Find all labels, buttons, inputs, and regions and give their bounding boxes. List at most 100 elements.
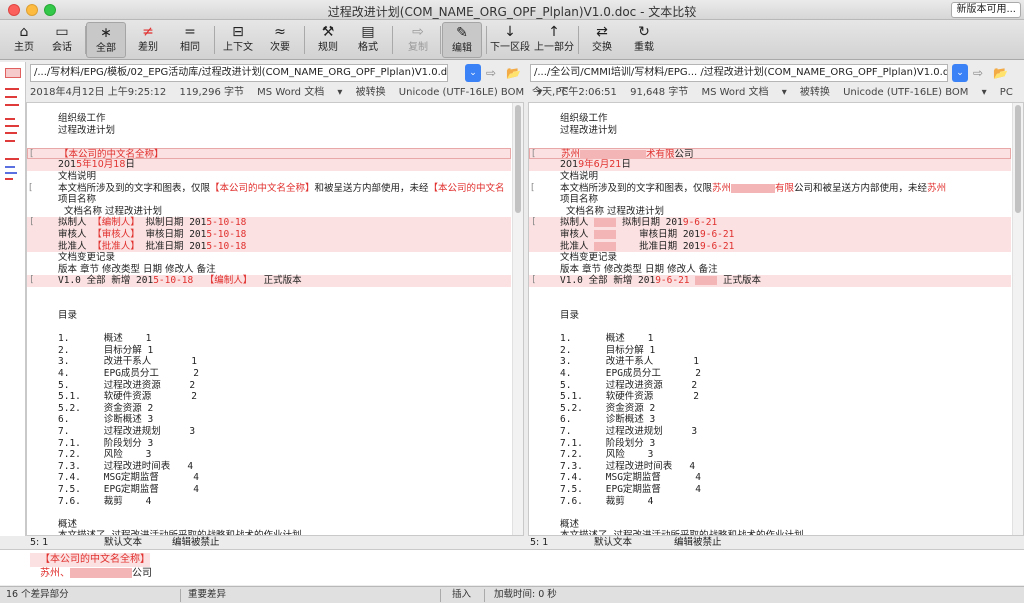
text-line[interactable]: 项目名称 (27, 194, 511, 206)
text-line[interactable]: 3. 改进干系人 1 (27, 356, 511, 368)
text-line[interactable] (27, 299, 511, 311)
text-line[interactable]: [本文档所涉及到的文字和图表，仅限【本公司的中文名全称】和被呈送方内部使用，未经… (27, 183, 511, 195)
text-line[interactable]: 7.1. 阶段划分 3 (27, 438, 511, 450)
diff-line[interactable]: 2015年10月18日 (27, 159, 511, 171)
text-line[interactable]: 组织级工作 (27, 113, 511, 125)
diff-line[interactable]: [拟制人 拟制日期 2019-6-21 (529, 217, 1011, 229)
text-line[interactable]: 7. 过程改进规划 3 (529, 426, 1011, 438)
diff-line[interactable]: 批准人 【批准人】 批准日期 2015-10-18 (27, 240, 511, 253)
left-path-dropdown[interactable]: ⌄ (465, 64, 481, 82)
text-line[interactable]: 4. EPG成员分工 2 (27, 368, 511, 380)
text-line[interactable]: 7.3. 过程改进时间表 4 (27, 461, 511, 473)
text-line[interactable]: 目录 (27, 310, 511, 322)
left-save-icon[interactable]: ⇨ (486, 65, 496, 81)
text-line[interactable]: 7.5. EPG定期监督 4 (529, 484, 1011, 496)
text-line[interactable]: 5. 过程改进资源 2 (27, 380, 511, 392)
right-text-mode[interactable]: 默认文本 (594, 536, 632, 549)
right-text-pane[interactable]: 组织级工作 过程改进计划 [苏州 术有限公司 2019年6月21日 文档说明[本文档所涉及… (528, 102, 1024, 536)
right-scrollbar[interactable] (1012, 103, 1023, 535)
text-line[interactable]: 7.5. EPG定期监督 4 (27, 484, 511, 496)
left-open-folder-icon[interactable]: 📂 (506, 65, 521, 81)
text-line[interactable]: 版本 章节 修改类型 日期 修改人 备注 (529, 264, 1011, 276)
text-line[interactable]: 7.3. 过程改进时间表 4 (529, 461, 1011, 473)
diff-line[interactable]: [苏州 术有限公司 (529, 147, 1011, 160)
line-compare-pane[interactable]: 【本公司的中文名全称】 苏州、 公司 (0, 549, 1024, 585)
text-line[interactable]: 5.2. 资金资源 2 (529, 403, 1011, 415)
diff-line[interactable]: 审核人 审核日期 2019-6-21 (529, 228, 1011, 241)
left-doc-type-select[interactable]: MS Word 文档 ▾ (257, 87, 342, 98)
text-line[interactable] (27, 136, 511, 148)
text-line[interactable] (27, 322, 511, 334)
right-save-icon[interactable]: ⇨ (973, 65, 983, 81)
diff-line[interactable]: [V1.0 全部 新增 2015-10-18 【编制人】 正式版本 (27, 275, 511, 287)
left-encoding-select[interactable]: Unicode (UTF-16LE) BOM ▾ (399, 87, 543, 98)
text-line[interactable]: 目录 (529, 310, 1011, 322)
text-line[interactable]: 组织级工作 (529, 113, 1011, 125)
text-line[interactable]: 文档变更记录 (529, 252, 1011, 264)
left-text-pane[interactable]: 组织级工作 过程改进计划 [【本公司的中文名全称】 2015年10月18日 文档说明[本… (26, 102, 524, 536)
diff-line[interactable]: 批准人 批准日期 2019-6-21 (529, 240, 1011, 253)
context-button[interactable]: ⊟ 上下文 (218, 22, 258, 58)
text-line[interactable]: 5.2. 资金资源 2 (27, 403, 511, 415)
text-line[interactable]: [本文档所涉及到的文字和图表，仅限苏州 有限公司和被呈送方内部使用，未经苏州 (529, 183, 1011, 195)
diff-overview-map[interactable] (0, 62, 26, 536)
left-path-field[interactable]: /.../写材料/EPG/模板/02_EPG活动库/过程改进计划(COM_NAM… (30, 64, 448, 82)
left-text-mode[interactable]: 默认文本 (104, 536, 142, 549)
prev-section-button[interactable]: ↑ 上一部分 (534, 22, 574, 58)
text-line[interactable]: 7.2. 风险 3 (27, 449, 511, 461)
text-line[interactable]: 文档名称 过程改进计划 (529, 206, 1011, 218)
text-line[interactable]: 过程改进计划 (27, 125, 511, 137)
right-path-dropdown[interactable]: ⌄ (952, 64, 968, 82)
text-line[interactable]: 文档变更记录 (27, 252, 511, 264)
text-line[interactable]: 4. EPG成员分工 2 (529, 368, 1011, 380)
text-line[interactable]: 概述 (529, 519, 1011, 531)
right-path-field[interactable]: /.../全公司/CMMI培训/写材料/EPG... /过程改进计划(COM_N… (530, 64, 948, 82)
reload-button[interactable]: ↻ 重载 (624, 22, 664, 58)
edit-button[interactable]: ✎ 编辑 (442, 22, 482, 58)
text-line[interactable]: 过程改进计划 (529, 125, 1011, 137)
text-line[interactable]: 版本 章节 修改类型 日期 修改人 备注 (27, 264, 511, 276)
right-line-ending[interactable]: PC (1000, 87, 1013, 98)
right-open-folder-icon[interactable]: 📂 (993, 65, 1008, 81)
text-line[interactable] (529, 322, 1011, 334)
text-line[interactable]: 1. 概述 1 (529, 333, 1011, 345)
text-line[interactable] (529, 136, 1011, 148)
text-line[interactable]: 7.4. MSG定期监督 4 (27, 472, 511, 484)
text-line[interactable]: 7.6. 裁剪 4 (27, 496, 511, 508)
text-line[interactable]: 7.6. 裁剪 4 (529, 496, 1011, 508)
rules-button[interactable]: ⚒ 规则 (308, 22, 348, 58)
text-line[interactable]: 5.1. 软硬件资源 2 (529, 391, 1011, 403)
diff-line[interactable]: [【本公司的中文名全称】 (27, 147, 511, 160)
text-line[interactable]: 6. 诊断概述 3 (27, 414, 511, 426)
text-line[interactable]: 文档说明 (529, 171, 1011, 183)
text-line[interactable] (27, 287, 511, 299)
text-line[interactable]: 7.1. 阶段划分 3 (529, 438, 1011, 450)
text-line[interactable]: 7.4. MSG定期监督 4 (529, 472, 1011, 484)
text-line[interactable]: 3. 改进干系人 1 (529, 356, 1011, 368)
text-line[interactable]: 6. 诊断概述 3 (529, 414, 1011, 426)
text-line[interactable]: 概述 (27, 519, 511, 531)
show-diffs-button[interactable]: ≠ 差别 (128, 22, 168, 58)
text-line[interactable] (529, 299, 1011, 311)
diff-line[interactable]: [拟制人 【编制人】 拟制日期 2015-10-18 (27, 217, 511, 229)
text-line[interactable]: 7.2. 风险 3 (529, 449, 1011, 461)
text-line[interactable]: 文档说明 (27, 171, 511, 183)
diff-line[interactable]: 2019年6月21日 (529, 159, 1011, 171)
left-scrollbar[interactable] (512, 103, 523, 535)
home-button[interactable]: ⌂ 主页 (4, 22, 44, 58)
minor-button[interactable]: ≈ 次要 (260, 22, 300, 58)
right-encoding-select[interactable]: Unicode (UTF-16LE) BOM ▾ (843, 87, 987, 98)
new-version-button[interactable]: 新版本可用... (951, 2, 1021, 18)
show-same-button[interactable]: = 相同 (170, 22, 210, 58)
text-line[interactable]: 1. 概述 1 (27, 333, 511, 345)
swap-button[interactable]: ⇄ 交换 (582, 22, 622, 58)
right-scroll-thumb[interactable] (1015, 105, 1021, 213)
text-line[interactable]: 2. 目标分解 1 (529, 345, 1011, 357)
session-button[interactable]: ▭ 会话 (42, 22, 82, 58)
left-scroll-thumb[interactable] (515, 105, 521, 213)
diff-line[interactable]: 审核人 【审核人】 审核日期 2015-10-18 (27, 228, 511, 241)
next-section-button[interactable]: ↓ 下一区段 (490, 22, 530, 58)
text-line[interactable] (529, 287, 1011, 299)
show-all-button[interactable]: ∗ 全部 (86, 22, 126, 58)
diff-line[interactable]: [V1.0 全部 新增 2019-6-21 正式版本 (529, 275, 1011, 287)
